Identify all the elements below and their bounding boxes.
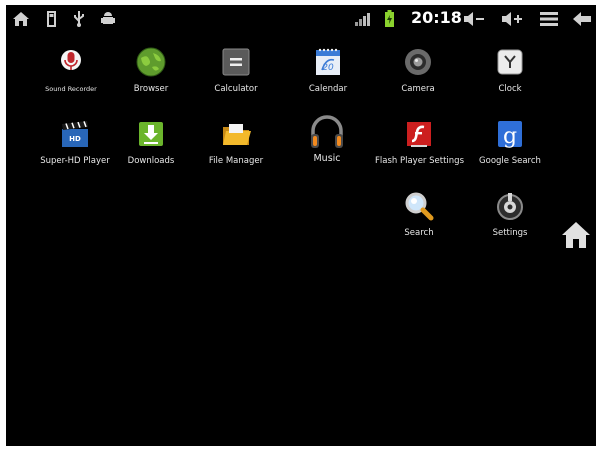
clapperboard-icon: HD <box>59 118 91 150</box>
home-icon[interactable] <box>560 220 592 250</box>
app-label: Camera <box>401 84 435 94</box>
android-debug-icon <box>100 9 116 28</box>
magnifier-icon <box>403 190 435 222</box>
app-sound-recorder[interactable]: Sound Recorder <box>27 46 115 95</box>
flash-icon <box>403 118 435 150</box>
headphones-icon <box>308 111 346 151</box>
app-label: Downloads <box>127 156 175 166</box>
usb-icon <box>72 9 86 28</box>
calendar-icon: 20 <box>312 46 344 78</box>
svg-text:20: 20 <box>322 63 334 73</box>
home-icon[interactable] <box>11 9 31 28</box>
app-drawer-grid: Sound Recorder Browser Calculator 20 Cal… <box>6 32 596 446</box>
app-settings[interactable]: Settings <box>466 190 554 239</box>
app-google-search[interactable]: g Google Search <box>466 118 554 167</box>
app-label: Music <box>313 153 341 164</box>
app-file-manager[interactable]: File Manager <box>192 118 280 167</box>
app-downloads[interactable]: Downloads <box>107 118 195 167</box>
google-icon: g <box>494 118 526 150</box>
menu-icon[interactable] <box>538 9 560 28</box>
svg-text:HD: HD <box>69 135 81 143</box>
app-label: Flash Player Settings <box>375 156 464 166</box>
back-icon[interactable] <box>571 9 593 28</box>
app-label: Calendar <box>308 84 348 94</box>
app-label: Sound Recorder <box>45 85 97 93</box>
volume-up-icon[interactable] <box>500 9 524 28</box>
camera-icon <box>402 46 434 78</box>
app-calculator[interactable]: Calculator <box>192 46 280 95</box>
signal-icon <box>353 9 373 28</box>
app-calendar[interactable]: 20 Calendar <box>284 46 372 95</box>
app-clock[interactable]: Clock <box>466 46 554 95</box>
app-search[interactable]: Search <box>375 190 463 239</box>
download-icon <box>135 118 167 150</box>
clock-icon <box>494 46 526 78</box>
app-browser[interactable]: Browser <box>107 46 195 95</box>
app-label: Settings <box>492 228 528 238</box>
app-label: Calculator <box>214 84 258 94</box>
status-bar: 20:18 <box>6 5 596 32</box>
app-label: Clock <box>498 84 522 94</box>
status-time: 20:18 <box>411 8 462 27</box>
app-flash-player-settings[interactable]: Flash Player Settings <box>375 118 464 167</box>
app-label: File Manager <box>208 156 264 166</box>
app-label: Super-HD Player <box>40 156 110 166</box>
battery-icon <box>381 9 397 28</box>
app-label: Google Search <box>479 156 541 166</box>
settings-icon <box>494 190 526 222</box>
globe-icon <box>135 46 167 78</box>
tablet-screen: 20:18 Sound Recorder Browser Calculator … <box>6 5 596 446</box>
folder-icon <box>220 118 252 150</box>
sd-card-icon <box>44 9 58 28</box>
microphone-icon <box>55 46 87 78</box>
app-label: Search <box>404 228 434 238</box>
app-label: Browser <box>133 84 169 94</box>
app-camera[interactable]: Camera <box>374 46 462 95</box>
volume-down-icon[interactable] <box>462 9 486 28</box>
app-super-hd-player[interactable]: HD Super-HD Player <box>31 118 119 167</box>
svg-text:g: g <box>503 124 517 149</box>
calculator-icon <box>220 46 252 78</box>
app-music[interactable]: Music <box>283 111 371 164</box>
